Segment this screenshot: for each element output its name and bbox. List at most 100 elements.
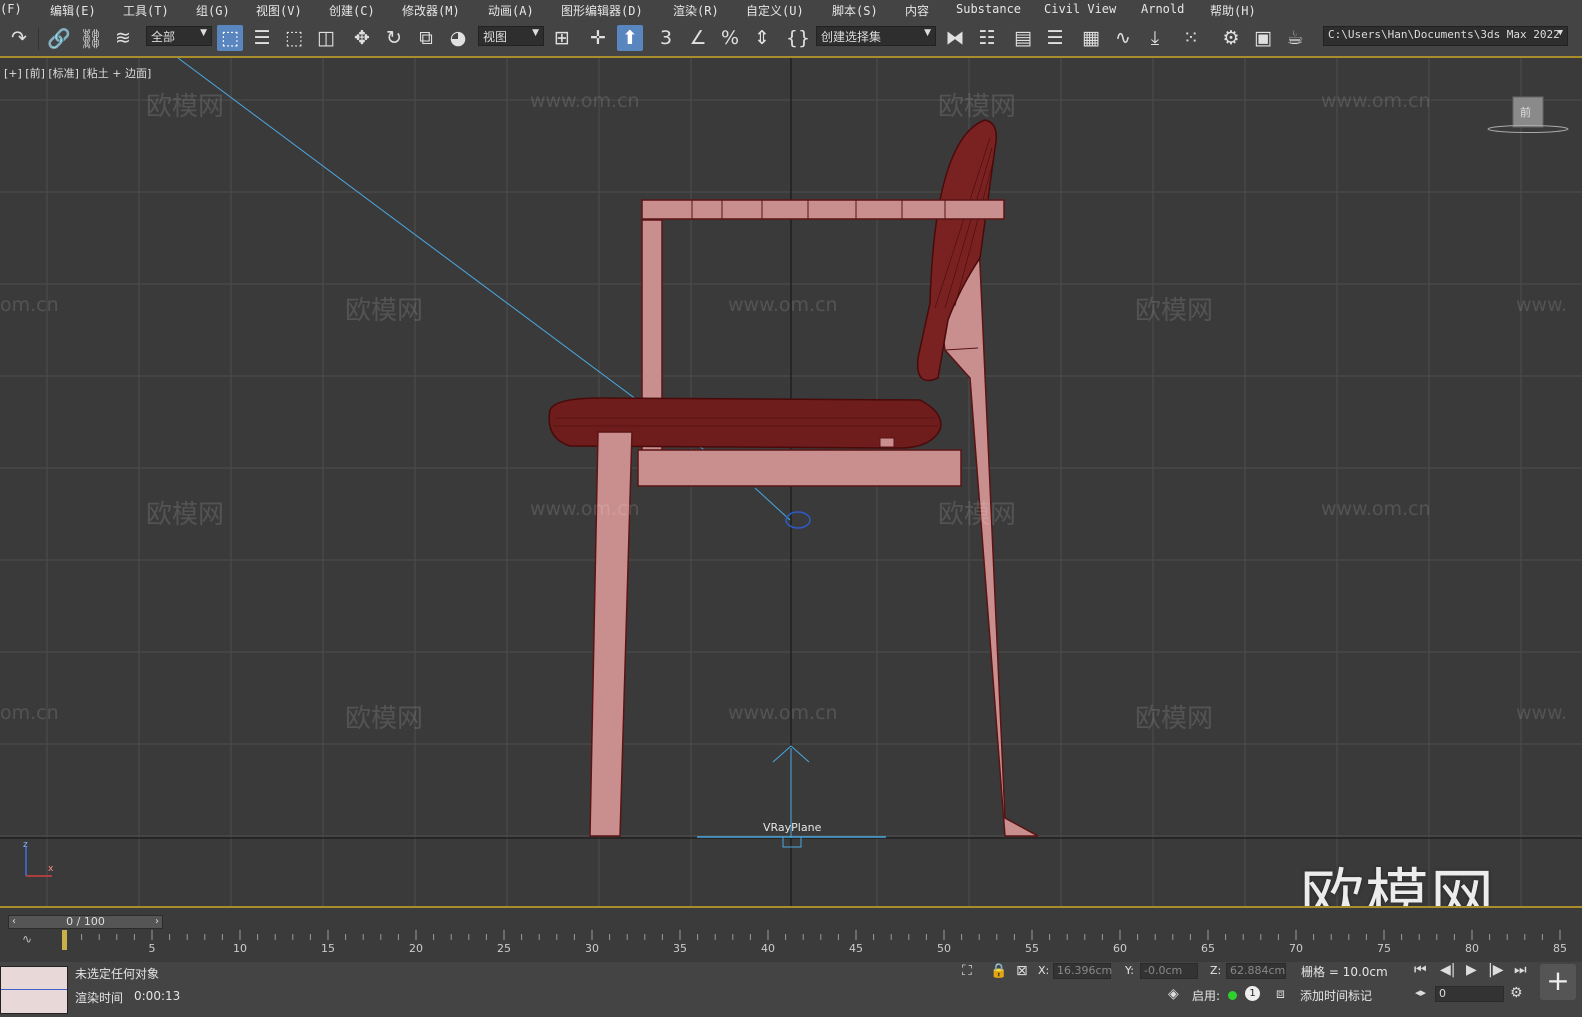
watermark-text: 欧模网 — [146, 92, 225, 122]
menu-content[interactable]: 内容 — [905, 2, 929, 19]
percent-snap-icon[interactable]: % — [717, 25, 743, 51]
menu-file[interactable]: (F) — [0, 2, 22, 16]
menu-views[interactable]: 视图(V) — [256, 2, 302, 19]
add-time-tag[interactable]: 添加时间标记 — [1300, 987, 1372, 1004]
scene-explorer-icon[interactable]: ▤ — [1010, 25, 1036, 51]
chair-armrest[interactable] — [641, 199, 1005, 220]
snap-number: 3 — [659, 27, 673, 49]
timeline-tick-label: 30 — [585, 942, 599, 955]
rendered-frame-window-icon[interactable]: ▣ — [1250, 25, 1276, 51]
pivot-center-icon[interactable]: ⊞ — [549, 25, 575, 51]
timeline-tick-label: 60 — [1113, 942, 1127, 955]
timeline-tick-label: 55 — [1025, 942, 1039, 955]
menu-group[interactable]: 组(G) — [196, 2, 230, 19]
chair-model[interactable] — [548, 119, 1039, 837]
selection-filter-dropdown[interactable]: 全部 ▼ — [146, 26, 212, 46]
select-object-icon[interactable]: ⬚ — [217, 25, 243, 51]
menu-arnold[interactable]: Arnold — [1141, 2, 1184, 16]
mirror-icon[interactable]: ⧓ — [942, 25, 968, 51]
previous-frame-icon[interactable]: ◀| — [1440, 962, 1455, 978]
menu-rendering[interactable]: 渲染(R) — [673, 2, 719, 19]
curve-editor-icon[interactable]: ∿ — [1110, 25, 1136, 51]
named-selection-dropdown[interactable]: 创建选择集 ▼ — [816, 26, 936, 46]
place-icon[interactable]: ◕ — [445, 25, 471, 51]
time-slider-text: 0 / 100 — [66, 915, 105, 928]
snaps-toggle-icon[interactable]: 3 — [653, 25, 679, 51]
x-coord-field[interactable]: 16.396cm — [1053, 963, 1112, 979]
ref-coord-dropdown[interactable]: 视图 ▼ — [478, 26, 544, 46]
project-path-dropdown[interactable]: C:\Users\Han\Documents\3ds Max 2022 ▼ — [1323, 26, 1568, 46]
y-coord-field[interactable]: -0.0cm — [1140, 963, 1198, 979]
chevron-left-icon[interactable]: ‹ — [12, 916, 16, 928]
menu-help[interactable]: 帮助(H) — [1210, 2, 1256, 19]
chair-side-rail[interactable] — [637, 449, 962, 487]
time-tag-icon[interactable]: ⧈ — [1276, 986, 1285, 1002]
render-setup-icon[interactable]: ⚙ — [1218, 25, 1244, 51]
current-frame-marker[interactable] — [62, 930, 67, 950]
keyboard-shortcut-override-icon[interactable]: ⬆ — [617, 25, 643, 51]
menu-substance[interactable]: Substance — [956, 2, 1021, 16]
menu-customize[interactable]: 自定义(U) — [746, 2, 804, 19]
menu-graph-editors[interactable]: 图形编辑器(D) — [561, 2, 643, 19]
time-slider[interactable]: ‹ 0 / 100 › — [8, 915, 163, 929]
watermark-url: om.cn — [0, 702, 59, 724]
isolate-selection-icon[interactable]: ⛶ — [962, 963, 972, 979]
watermark-url: www. — [1516, 702, 1567, 724]
link-icon[interactable]: 🔗 — [46, 25, 72, 51]
move-icon[interactable]: ✥ — [349, 25, 375, 51]
menu-tools[interactable]: 工具(T) — [123, 2, 169, 19]
redo-icon[interactable]: ↷ — [6, 25, 32, 51]
angle-snap-icon[interactable]: ∠ — [685, 25, 711, 51]
render-teapot-icon[interactable]: ☕ — [1282, 25, 1308, 51]
rect-selection-region-icon[interactable]: ⬚ — [281, 25, 307, 51]
menu-edit[interactable]: 编辑(E) — [50, 2, 96, 19]
maxscript-listener-mini[interactable] — [0, 966, 68, 1014]
z-coord-field[interactable]: 62.884cm — [1226, 963, 1286, 979]
align-icon[interactable]: ☷ — [974, 25, 1000, 51]
select-manipulate-icon[interactable]: ✛ — [585, 25, 611, 51]
schematic-view-icon[interactable]: ⤓ — [1142, 25, 1168, 51]
window-crossing-icon[interactable]: ◫ — [313, 25, 339, 51]
light-target-line-lower — [754, 487, 791, 521]
watermark-url: www. — [1516, 294, 1567, 316]
ribbon-toggle-icon[interactable]: ▦ — [1078, 25, 1104, 51]
scale-icon[interactable]: ⧉ — [413, 25, 439, 51]
timeline-tick-label: 70 — [1289, 942, 1303, 955]
badge-count[interactable]: 1 — [1245, 986, 1260, 1001]
adaptive-degradation-icon[interactable]: ◈ — [1168, 986, 1179, 1002]
material-editor-icon[interactable]: ⁙ — [1178, 25, 1204, 51]
select-by-name-icon[interactable]: ☰ — [249, 25, 275, 51]
lock-icon[interactable]: 🔒 — [990, 963, 1007, 979]
time-config-icon[interactable]: ⚙ — [1510, 985, 1523, 1001]
timeline-tick-label: 20 — [409, 942, 423, 955]
unlink-icon[interactable]: ⛓ — [78, 25, 104, 51]
menu-create[interactable]: 创建(C) — [329, 2, 375, 19]
viewport-label[interactable]: [+] [前] [标准] [粘土 + 边面] — [4, 65, 151, 81]
seat-bracket — [879, 437, 895, 448]
front-viewport[interactable]: [+] [前] [标准] [粘土 + 边面] VRayPlane 前 z x 欧… — [0, 58, 1582, 906]
chevron-down-icon: ▼ — [924, 28, 931, 38]
menu-scripting[interactable]: 脚本(S) — [832, 2, 878, 19]
menu-animation[interactable]: 动画(A) — [488, 2, 534, 19]
play-icon[interactable]: ▶ — [1466, 962, 1477, 978]
timeline-track[interactable]: 5 10 15 20 25 30 35 40 45 50 55 60 65 70 75 80 85 — [60, 930, 1575, 960]
bind-space-warp-icon[interactable]: ≋ — [110, 25, 136, 51]
go-to-start-icon[interactable]: ⏮ — [1414, 962, 1427, 978]
current-frame-field[interactable]: 0 — [1435, 986, 1504, 1002]
chevron-right-icon[interactable]: › — [155, 916, 159, 928]
menu-modifiers[interactable]: 修改器(M) — [402, 2, 460, 19]
main-toolbar: ↷ 🔗 ⛓ ≋ 全部 ▼ ⬚ ☰ ⬚ ◫ ✥ ↻ ⧉ ◕ 视图 ▼ ⊞ ✛ ⬆ 3 … — [0, 20, 1582, 58]
viewport-nav-plus-icon[interactable]: + — [1540, 964, 1576, 1000]
rotate-icon[interactable]: ↻ — [381, 25, 407, 51]
chair-front-leg[interactable] — [589, 431, 633, 837]
layer-explorer-icon[interactable]: ☰ — [1042, 25, 1068, 51]
curve-editor-mini-icon[interactable]: ∿ — [22, 932, 32, 946]
viewcube-face-label[interactable]: 前 — [1520, 104, 1531, 120]
absolute-mode-icon[interactable]: ⊠ — [1016, 963, 1028, 979]
next-frame-icon[interactable]: |▶ — [1488, 962, 1503, 978]
key-mode-icon[interactable]: ◂▸ — [1415, 986, 1426, 999]
edit-named-selection-icon[interactable]: {} — [785, 25, 811, 51]
spinner-snap-icon[interactable]: ⇕ — [749, 25, 775, 51]
go-to-end-icon[interactable]: ⏭ — [1514, 962, 1527, 978]
menu-civil-view[interactable]: Civil View — [1044, 2, 1116, 16]
